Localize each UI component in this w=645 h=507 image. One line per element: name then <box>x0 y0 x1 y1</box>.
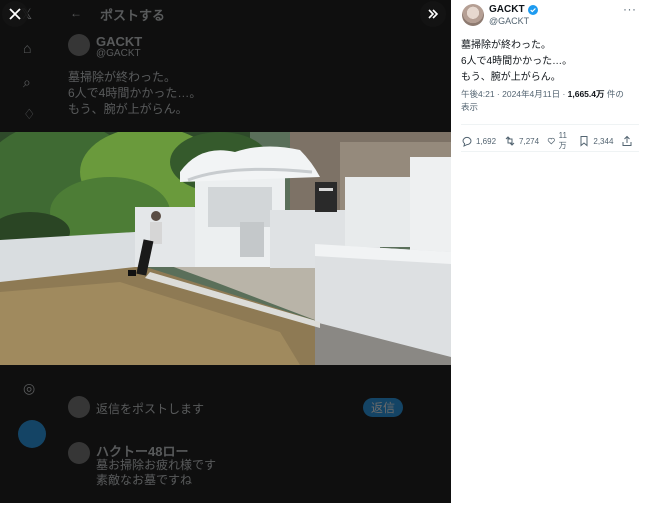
like-button[interactable]: 11万 <box>547 131 570 151</box>
reply-count: 1,692 <box>476 136 497 146</box>
more-circle-icon: ◎ <box>23 380 36 396</box>
repost-icon <box>505 136 515 146</box>
reply-button[interactable]: 1,692 <box>461 135 496 147</box>
bg-line: 6人で4時間かかった…。 <box>68 86 202 100</box>
tweet-text: 墓掃除が終わった。 6人で4時間かかった…。 もう、腕が上がらん。 <box>461 38 639 86</box>
tweet-photo[interactable] <box>0 132 451 365</box>
bg-reply-line: 素敵なお墓ですね <box>96 473 193 487</box>
share-button[interactable] <box>621 135 633 147</box>
home-icon: ⌂ <box>23 40 32 56</box>
bookmark-icon <box>580 136 588 147</box>
divider <box>461 151 639 152</box>
bg-my-avatar <box>68 396 90 418</box>
tweet-line: もう、腕が上がらん。 <box>461 72 561 83</box>
verified-badge-icon <box>527 4 538 15</box>
tweet-date[interactable]: 2024年4月11日 <box>502 89 560 99</box>
bg-line: もう、腕が上がらん。 <box>68 102 188 116</box>
action-bar: 1,692 7,274 11万 2,344 <box>461 131 641 151</box>
tweet-time[interactable]: 午後4:21 <box>461 89 495 99</box>
meta-separator: · <box>560 89 568 99</box>
avatar[interactable] <box>462 4 484 26</box>
repost-count: 7,274 <box>519 136 540 146</box>
tweet-line: 墓掃除が終わった。 <box>461 40 551 51</box>
chevron-double-right-icon <box>428 9 439 19</box>
bg-avatar <box>68 34 90 56</box>
view-count: 1,665.4万 <box>567 89 605 99</box>
search-icon: ⌕ <box>23 74 31 90</box>
close-icon <box>9 8 21 20</box>
heart-icon <box>547 137 555 145</box>
divider <box>461 124 639 125</box>
expand-button[interactable] <box>420 1 446 27</box>
close-button[interactable] <box>2 1 28 27</box>
reply-icon <box>462 136 472 147</box>
back-arrow-icon: ← <box>70 6 82 20</box>
tweet-meta: 午後4:21 · 2024年4月11日 · 1,665.4万 件の 表示 <box>461 88 639 114</box>
post-fab <box>18 420 46 448</box>
bg-reply-button: 返信 <box>363 398 404 417</box>
bg-header-title: ポストする <box>100 8 166 23</box>
tweet-panel: GACKT @GACKT ··· 墓掃除が終わった。 6人で4時間かかった…。 … <box>451 0 645 507</box>
bookmark-count: 2,344 <box>593 136 614 146</box>
tweet-line: 6人で4時間かかった…。 <box>461 56 573 67</box>
bg-author-handle: @GACKT <box>96 48 141 59</box>
notifications-icon: ♢ <box>23 106 36 122</box>
bg-reply-avatar <box>68 442 90 464</box>
views-suffix: 件の <box>606 89 624 99</box>
author-handle[interactable]: @GACKT <box>489 16 529 26</box>
media-viewer: 𝕏 ⌂ ⌕ ♢ ◎ ← ポストする GACKT @GACKT 墓掃除が終わった。… <box>0 0 451 503</box>
share-icon <box>622 135 632 146</box>
bg-reply-placeholder: 返信をポストします <box>96 402 205 416</box>
like-count: 11万 <box>558 131 567 150</box>
author-row: GACKT <box>489 4 538 15</box>
screen: 𝕏 ⌂ ⌕ ♢ ◎ ← ポストする GACKT @GACKT 墓掃除が終わった。… <box>0 0 645 507</box>
repost-button[interactable]: 7,274 <box>504 135 539 147</box>
meta-separator: · <box>494 89 503 99</box>
bookmark-button[interactable]: 2,344 <box>578 135 613 147</box>
bg-line: 墓掃除が終わった。 <box>68 70 177 84</box>
bg-author-name: GACKT <box>96 34 143 49</box>
author-name[interactable]: GACKT <box>489 4 525 15</box>
more-options-icon[interactable]: ··· <box>623 2 637 16</box>
views-label: 表示 <box>461 102 479 112</box>
